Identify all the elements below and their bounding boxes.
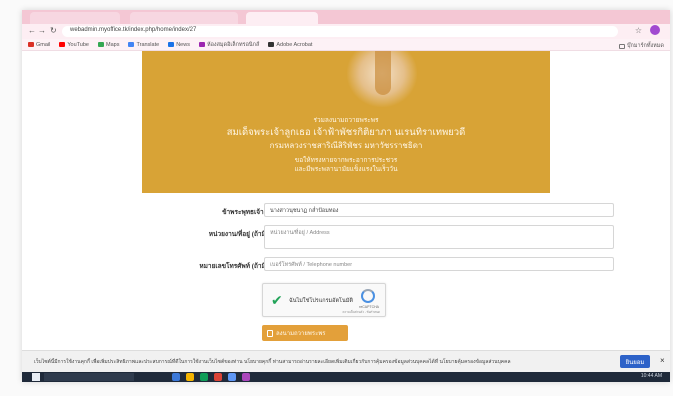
bookmark-youtube[interactable]: YouTube [59, 42, 89, 48]
phone-label: หมายเลขโทรศัพท์ (ถ้ามี) [199, 263, 268, 270]
page-content: ร่วมลงนามถวายพระพร สมเด็จพระเจ้าลูกเธอ เ… [22, 51, 670, 382]
name-input[interactable]: นางสาวนุชนาฏ กล่ำป้อมทอง [264, 203, 614, 217]
recaptcha-logo-icon [361, 289, 375, 303]
taskbar-app-icon[interactable] [242, 373, 250, 381]
all-bookmarks[interactable]: บุ๊กมาร์กทั้งหมด [619, 42, 664, 50]
back-arrow-icon[interactable]: ← [28, 26, 36, 35]
browser-window: ← → ↻ webadmin.myoffice.tk/index.php/hom… [22, 10, 670, 382]
recaptcha-widget[interactable]: ✔ ฉันไม่ใช่โปรแกรมอัตโนมัติ reCAPTCHA คว… [262, 283, 386, 317]
address-bar-row: ← → ↻ webadmin.myoffice.tk/index.php/hom… [22, 24, 670, 39]
banner-line-1: ร่วมลงนามถวายพระพร [313, 117, 379, 124]
browser-tab-active[interactable] [246, 12, 318, 24]
org-label: หน่วยงาน/ที่อยู่ (ถ้ามี) [208, 231, 268, 238]
taskbar-app-icon[interactable] [186, 373, 194, 381]
forward-arrow-icon[interactable]: → [38, 26, 46, 35]
recaptcha-brand: reCAPTCHA [359, 305, 379, 309]
taskbar-clock: 10:44 AM [640, 373, 662, 379]
bookmark-elibrary[interactable]: ห้องสมุดอิเล็กทรอนิกส์ [198, 41, 259, 49]
bookmark-translate[interactable]: Translate [128, 42, 159, 48]
profile-avatar-icon[interactable] [650, 25, 660, 35]
close-icon[interactable]: × [660, 356, 665, 365]
acrobat-icon [268, 42, 275, 47]
document-icon [267, 329, 273, 337]
org-textarea[interactable]: หน่วยงาน/ที่อยู่ / Address [264, 225, 614, 249]
taskbar-app-icon[interactable] [200, 373, 208, 381]
library-icon [198, 42, 205, 47]
checkmark-icon[interactable]: ✔ [271, 292, 283, 309]
submit-label: ลงนามถวายพระพร [276, 331, 326, 337]
tab-strip [22, 10, 670, 24]
monitor-photo: ← → ↻ webadmin.myoffice.tk/index.php/hom… [0, 0, 673, 396]
star-icon[interactable]: ☆ [635, 26, 642, 35]
cookie-text: เว็บไซต์นี้มีการใช้งานคุกกี้ เพื่อเพิ่มป… [34, 359, 511, 365]
taskbar-search[interactable] [44, 373, 134, 381]
start-icon[interactable] [32, 373, 40, 381]
gmail-icon [28, 42, 34, 47]
browser-tab-2[interactable] [130, 12, 238, 24]
folder-icon [619, 43, 626, 49]
bookmark-gmail[interactable]: Gmail [28, 42, 50, 48]
youtube-icon [59, 42, 66, 47]
bookmark-news[interactable]: News [168, 42, 190, 48]
taskbar-app-icon[interactable] [228, 373, 236, 381]
browser-tab-1[interactable] [30, 12, 120, 24]
name-label: ข้าพระพุทธเจ้า * [222, 209, 268, 216]
banner-line-2: สมเด็จพระเจ้าลูกเธอ เจ้าฟ้าพัชรกิติยาภา … [226, 127, 466, 138]
banner-line-3: กรมหลวงราชสาริณีสิริพัชร มหาวัชรราชธิดา [269, 141, 423, 150]
bookmark-acrobat[interactable]: Adobe Acrobat [268, 42, 312, 48]
maps-icon [98, 42, 104, 47]
cookie-accept-button[interactable]: ยินยอม [620, 355, 650, 368]
sign-submit-button[interactable]: ลงนามถวายพระพร [262, 325, 348, 341]
bookmark-maps[interactable]: Maps [98, 42, 119, 48]
recaptcha-terms[interactable]: ความเป็นส่วนตัว - ข้อกำหนด [342, 310, 380, 315]
phone-input[interactable]: เบอร์โทรศัพท์ / Telephone number [264, 257, 614, 271]
os-taskbar: 10:44 AM [22, 372, 670, 382]
banner-figure [375, 51, 391, 95]
reload-icon[interactable]: ↻ [50, 26, 57, 35]
taskbar-app-icon[interactable] [172, 373, 180, 381]
captcha-text: ฉันไม่ใช่โปรแกรมอัตโนมัติ [289, 298, 353, 304]
bookmarks-bar: Gmail YouTube Maps Translate News ห้องสม… [22, 39, 670, 51]
banner-line-5: และมีพระพลานามัยแข็งแรงในเร็ววัน [294, 166, 398, 173]
news-icon [168, 42, 175, 47]
banner: ร่วมลงนามถวายพระพร สมเด็จพระเจ้าลูกเธอ เ… [142, 51, 550, 193]
url-bar[interactable]: webadmin.myoffice.tk/index.php/home/inde… [62, 26, 618, 37]
translate-icon [128, 42, 135, 47]
cookie-consent-bar: เว็บไซต์นี้มีการใช้งานคุกกี้ เพื่อเพิ่มป… [22, 350, 670, 372]
taskbar-app-icon[interactable] [214, 373, 222, 381]
